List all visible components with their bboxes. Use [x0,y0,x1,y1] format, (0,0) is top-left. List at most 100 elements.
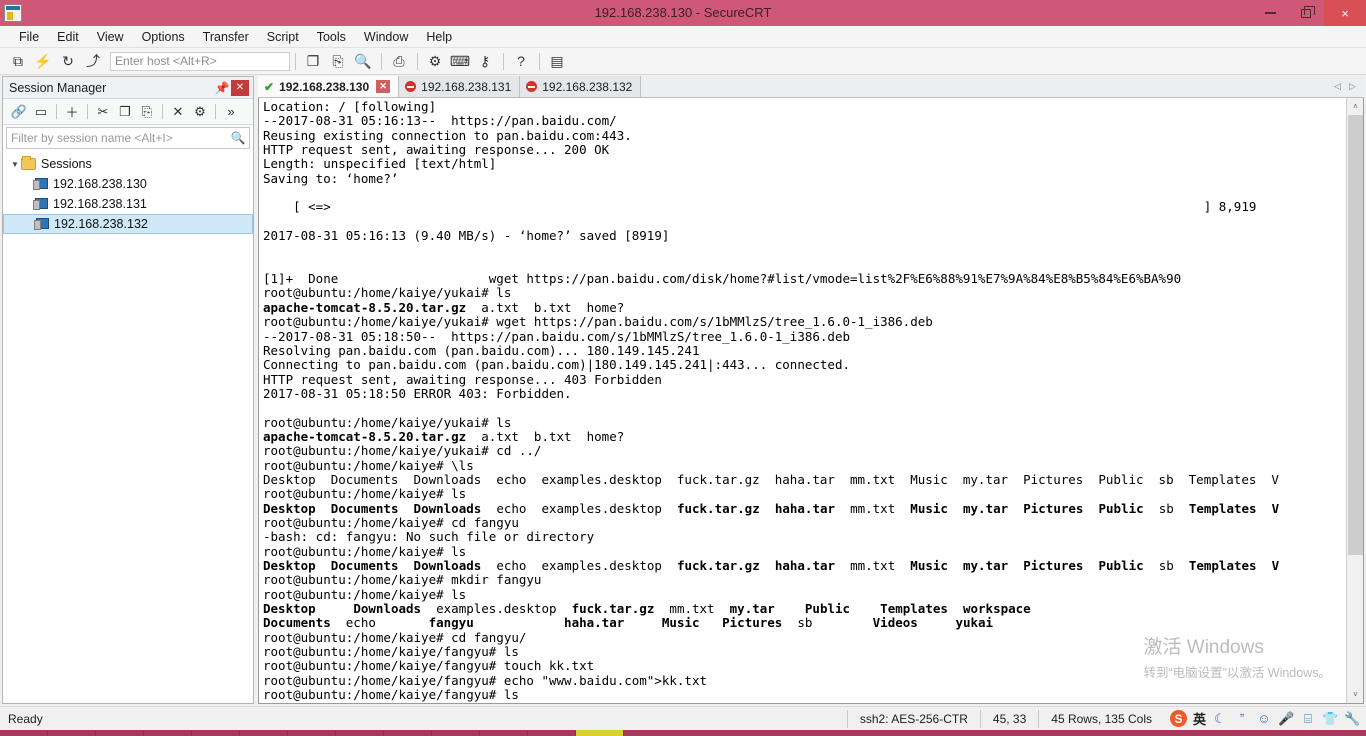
toolbox-icon[interactable]: ⌸ [1300,711,1316,727]
connect-icon[interactable]: ⧉ [6,50,30,72]
find-icon[interactable]: 🔍 [351,50,375,72]
microphone-icon[interactable]: 🎤 [1278,711,1294,727]
new-window-icon[interactable]: ▭ [30,101,52,122]
menu-file[interactable]: File [10,28,48,46]
cut-icon[interactable]: ✂ [92,101,114,122]
copy-icon[interactable]: ❐ [114,101,136,122]
tree-root-label: Sessions [41,157,92,171]
scroll-up-icon[interactable]: ˄ [1347,98,1363,115]
menu-window[interactable]: Window [355,28,417,46]
taskbar-item[interactable] [48,730,96,736]
language-chinese-icon[interactable]: 英 [1193,709,1206,728]
connect-in-tab-icon[interactable]: ↻ [56,50,80,72]
taskbar-item-active[interactable] [576,730,624,736]
folder-icon [21,156,36,170]
session-filter-input[interactable]: Filter by session name <Alt+I> 🔍 [6,127,250,149]
session-manager-title: Session Manager [9,80,107,95]
toolbar-separator [503,52,504,70]
tab-label: 192.168.238.130 [279,79,370,94]
session-item-131[interactable]: 192.168.238.131 [3,194,253,214]
taskbar-item[interactable] [384,730,432,736]
taskbar-item[interactable] [336,730,384,736]
host-input[interactable]: Enter host <Alt+R> [110,51,290,71]
overflow-icon[interactable]: » [220,101,242,122]
tree-root-sessions[interactable]: ▼ Sessions [3,154,253,174]
quick-connect-icon[interactable]: ⚡ [31,50,55,72]
taskbar-item[interactable] [144,730,192,736]
session-item-label: 192.168.238.131 [53,197,147,211]
tab-192-168-238-132[interactable]: 192.168.238.132 [520,76,642,97]
securecrt-icon [4,4,22,22]
close-button[interactable]: × [1324,0,1366,26]
skin-icon[interactable]: 👕 [1322,711,1338,727]
keymap-editor-icon[interactable]: ⌨ [448,50,472,72]
tab-next-icon[interactable]: ▷ [1345,81,1360,92]
toolbar-separator [295,52,296,70]
menu-tools[interactable]: Tools [308,28,355,46]
toolbar-separator [162,104,163,119]
help-icon[interactable]: ? [509,50,533,72]
tab-prev-icon[interactable]: ◁ [1330,81,1345,92]
wrench-icon[interactable]: 🔧 [1344,711,1360,727]
paste-icon[interactable]: ⎘ [136,101,158,122]
main-toolbar: ⧉ ⚡ ↻ ⤴ Enter host <Alt+R> ❐ ⎘ 🔍 ⎙ ⚙ ⌨ ⚷… [0,48,1366,75]
delete-icon[interactable]: ✕ [167,101,189,122]
sogou-ime-icon[interactable]: S [1169,710,1187,727]
tab-label: 192.168.238.132 [542,79,633,94]
status-terminal-size: 45 Rows, 135 Cols [1038,709,1164,728]
taskbar-item[interactable] [96,730,144,736]
key-icon[interactable]: ⚷ [473,50,497,72]
taskbar-item[interactable] [0,730,48,736]
properties-icon[interactable]: ⚙ [189,101,211,122]
window-controls: × [1252,0,1366,26]
reconnect-icon[interactable]: ⤴ [81,50,105,72]
system-tray: S 英 ☾ ˮ ☺ 🎤 ⌸ 👕 🔧 [1164,709,1366,728]
scroll-down-icon[interactable]: ˅ [1347,686,1363,703]
minimize-button[interactable] [1252,0,1288,26]
scrollbar-thumb[interactable] [1348,115,1363,555]
session-item-130[interactable]: 192.168.238.130 [3,174,253,194]
session-manager-icon[interactable]: ▤ [545,50,569,72]
menu-view[interactable]: View [88,28,133,46]
chevron-down-icon[interactable]: ▼ [9,160,21,169]
menu-script[interactable]: Script [258,28,308,46]
connected-check-icon: ✔ [264,79,275,94]
maximize-button[interactable] [1288,0,1324,26]
taskbar-item[interactable] [480,730,528,736]
terminal-screen[interactable]: Location: / [following] --2017-08-31 05:… [258,98,1364,704]
status-cursor-position: 45, 33 [979,709,1038,728]
session-item-132[interactable]: 192.168.238.132 [3,214,253,234]
new-session-link-icon[interactable]: 🔗 [8,101,30,122]
taskbar-item[interactable] [240,730,288,736]
taskbar-item[interactable] [288,730,336,736]
taskbar-item[interactable] [528,730,576,736]
add-session-icon[interactable]: ＋ [61,101,83,122]
tab-192-168-238-130[interactable]: ✔ 192.168.238.130 ✕ [258,76,400,97]
computer-icon [33,178,48,190]
terminal-scrollbar[interactable]: ˄ ˅ [1346,98,1363,703]
disconnected-icon [526,81,538,92]
menu-edit[interactable]: Edit [48,28,88,46]
menu-help[interactable]: Help [417,28,461,46]
session-options-icon[interactable]: ⚙ [423,50,447,72]
moon-icon[interactable]: ☾ [1212,711,1228,727]
comma-icon[interactable]: ˮ [1234,711,1250,726]
computer-icon [33,198,48,210]
taskbar-item[interactable] [432,730,480,736]
session-manager-toolbar: 🔗 ▭ ＋ ✂ ❐ ⎘ ✕ ⚙ » [3,99,253,125]
copy-icon[interactable]: ❐ [301,50,325,72]
menu-options[interactable]: Options [133,28,194,46]
computer-icon [34,218,49,230]
search-icon[interactable]: 🔍 [227,131,249,145]
taskbar-item[interactable] [192,730,240,736]
tab-scroll-controls: ◁ ▷ [1330,76,1364,97]
smiley-icon[interactable]: ☺ [1256,711,1272,726]
pin-icon[interactable]: 📌 [213,81,231,95]
paste-icon[interactable]: ⎘ [326,50,350,72]
print-icon[interactable]: ⎙ [387,50,411,72]
tab-192-168-238-131[interactable]: 192.168.238.131 [399,76,521,97]
close-icon[interactable]: ✕ [231,79,249,96]
menu-transfer[interactable]: Transfer [194,28,258,46]
session-item-label: 192.168.238.132 [54,217,148,231]
tab-close-icon[interactable]: ✕ [376,80,391,93]
